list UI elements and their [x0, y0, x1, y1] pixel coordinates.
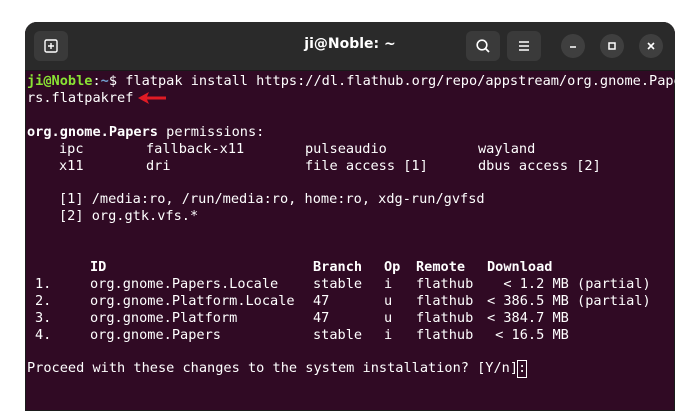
prompt-user: ji@Noble: [27, 73, 93, 89]
column-header-op: Op: [384, 259, 401, 275]
column-header-download: Download: [487, 259, 553, 275]
permission-item: x11: [59, 158, 84, 174]
column-header-branch: Branch: [313, 259, 363, 275]
permission-note: [2] org.gtk.vfs.*: [59, 208, 199, 224]
row-number: 1.: [35, 276, 52, 292]
minimize-button[interactable]: [561, 34, 585, 58]
row-op: i: [384, 276, 393, 292]
row-op: u: [384, 310, 393, 326]
permission-item: fallback-x11: [146, 141, 245, 157]
permissions-header: org.gnome.Papers permissions:: [27, 124, 264, 141]
row-op: u: [384, 293, 393, 309]
row-number: 3.: [35, 310, 52, 326]
prompt-path: ~: [100, 73, 109, 89]
row-download: < 384.7 MB: [487, 310, 569, 326]
row-branch: 47: [313, 310, 330, 326]
prompt-separator: :: [92, 73, 101, 89]
hamburger-menu-icon: [519, 41, 529, 51]
command-line-wrap: rs.flatpakref: [27, 90, 134, 106]
row-id: org.gnome.Papers.Locale: [90, 276, 279, 292]
close-button[interactable]: [639, 34, 663, 58]
text-cursor[interactable]: [517, 360, 527, 378]
row-remote: flathub: [416, 293, 474, 309]
column-header-id: ID: [90, 259, 107, 275]
row-remote: flathub: [416, 276, 474, 292]
column-header-remote: Remote: [416, 259, 466, 275]
prompt-dollar: $: [108, 73, 118, 89]
permission-item: dbus access [2]: [478, 158, 601, 174]
permissions-label: permissions:: [157, 124, 265, 140]
permission-item: pulseaudio: [305, 141, 387, 157]
row-remote: flathub: [416, 327, 474, 343]
proceed-prompt: Proceed with these changes to the system…: [27, 360, 535, 376]
row-number: 4.: [35, 327, 52, 343]
row-number: 2.: [35, 293, 52, 309]
row-id: org.gnome.Papers: [90, 327, 221, 343]
maximize-button[interactable]: [600, 34, 624, 58]
title-bar: ji@Noble: ~: [25, 22, 675, 71]
terminal-output[interactable]: ji@Noble:~$ flatpak install https://dl.f…: [25, 71, 675, 411]
menu-button[interactable]: [507, 31, 541, 61]
row-branch: stable: [313, 327, 363, 343]
maximize-icon: [608, 42, 616, 50]
row-download: < 1.2 MB (partial): [487, 276, 651, 292]
red-arrow-icon: [138, 92, 166, 104]
close-icon: [647, 42, 655, 50]
permission-item: file access [1]: [305, 158, 428, 174]
row-download: < 16.5 MB: [487, 327, 569, 343]
command-line: ji@Noble:~$ flatpak install https://dl.f…: [27, 73, 675, 90]
row-id: org.gnome.Platform: [90, 310, 238, 326]
row-op: i: [384, 327, 393, 343]
permission-item: ipc: [59, 141, 84, 157]
app-id: org.gnome.Papers: [27, 124, 158, 140]
row-branch: 47: [313, 293, 330, 309]
terminal-window: ji@Noble: ~ ji@Noble:~$ flatpak install …: [25, 22, 675, 411]
permission-note: [1] /media:ro, /run/media:ro, home:ro, x…: [59, 191, 485, 207]
permission-item: dri: [146, 158, 171, 174]
row-branch: stable: [313, 276, 363, 292]
minimize-icon: [570, 46, 576, 48]
row-id: org.gnome.Platform.Locale: [90, 293, 295, 309]
command-text: flatpak install https://dl.flathub.org/r…: [117, 73, 675, 89]
search-button[interactable]: [466, 31, 500, 61]
permission-item: wayland: [478, 141, 536, 157]
row-download: < 386.5 MB (partial): [487, 293, 651, 309]
search-icon: [476, 39, 490, 53]
row-remote: flathub: [416, 310, 474, 326]
